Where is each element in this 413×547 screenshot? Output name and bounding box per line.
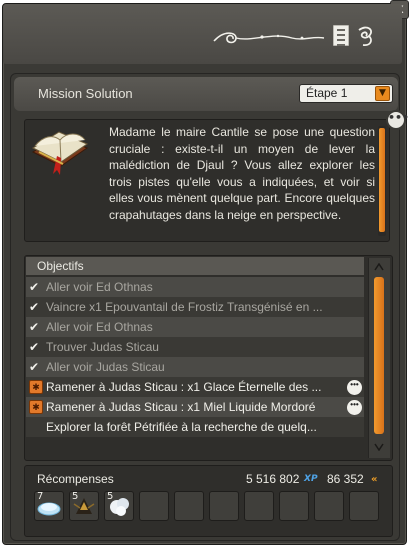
reward-slot[interactable] bbox=[244, 491, 274, 521]
objectives-label: Objectifs bbox=[37, 259, 84, 273]
kamas-value: 86 352 bbox=[327, 472, 364, 486]
book-icon bbox=[31, 131, 89, 175]
objective-row[interactable]: Explorer la forêt Pétrifiée à la recherc… bbox=[26, 417, 364, 437]
objective-row: ✔ Aller voir Judas Sticau bbox=[26, 357, 364, 377]
objective-text: Explorer la forêt Pétrifiée à la recherc… bbox=[46, 420, 317, 434]
quest-log-icon[interactable] bbox=[333, 25, 349, 46]
check-icon: ✔ bbox=[29, 360, 40, 374]
objective-row: ✔ Aller voir Ed Othnas bbox=[26, 317, 364, 337]
kamas-icon: « bbox=[371, 474, 378, 485]
quest-title: Mission Solution bbox=[38, 86, 133, 101]
objectives-scroll-thumb[interactable] bbox=[374, 277, 384, 434]
reward-slot[interactable] bbox=[349, 491, 379, 521]
step-dropdown-value: Étape 1 bbox=[306, 86, 348, 100]
step-dropdown[interactable]: Étape 1 ▼ bbox=[299, 84, 393, 103]
xp-icon: XP bbox=[304, 474, 318, 484]
check-icon: ✔ bbox=[29, 300, 40, 314]
objective-text: Trouver Judas Sticau bbox=[46, 340, 159, 354]
xp-value: 5 516 802 bbox=[246, 472, 300, 486]
reward-slot[interactable] bbox=[279, 491, 309, 521]
objective-row: ✔ Vaincre x1 Epouvantail de Frostiz Tran… bbox=[26, 297, 364, 317]
objective-row: ✔ Trouver Judas Sticau bbox=[26, 337, 364, 357]
rewards-label: Récompenses bbox=[37, 472, 114, 486]
reward-slot[interactable] bbox=[209, 491, 239, 521]
check-icon: ✔ bbox=[29, 280, 40, 294]
reward-slot[interactable]: 5 bbox=[104, 491, 134, 521]
quest-description: Madame le maire Cantile se pose une ques… bbox=[109, 125, 375, 222]
reward-slot[interactable]: 5 bbox=[69, 491, 99, 521]
ornament-icon bbox=[213, 32, 325, 44]
slot-quantity: 5 bbox=[72, 491, 79, 502]
reward-slot[interactable] bbox=[139, 491, 169, 521]
objective-row: ✔ Aller voir Ed Othnas bbox=[26, 277, 364, 297]
scroll-up-icon[interactable] bbox=[374, 263, 384, 271]
compass-icon[interactable]: ✱ bbox=[29, 380, 43, 394]
objective-text: Ramener à Judas Sticau : x1 Glace Éterne… bbox=[46, 380, 322, 394]
objective-text: Aller voir Ed Othnas bbox=[46, 280, 153, 294]
check-icon: ✔ bbox=[29, 320, 40, 334]
objective-text: Ramener à Judas Sticau : x1 Miel Liquide… bbox=[46, 400, 316, 414]
compass-icon[interactable]: ✱ bbox=[29, 400, 43, 414]
objective-row[interactable]: ✱ Ramener à Judas Sticau : x1 Miel Liqui… bbox=[26, 397, 364, 417]
reward-slot[interactable] bbox=[174, 491, 204, 521]
objective-text: Vaincre x1 Epouvantail de Frostiz Transg… bbox=[46, 300, 323, 314]
description-scroll-thumb[interactable] bbox=[379, 128, 385, 232]
slot-quantity: 7 bbox=[37, 491, 44, 502]
objective-row[interactable]: ✱ Ramener à Judas Sticau : x1 Glace Éter… bbox=[26, 377, 364, 397]
reward-slot[interactable] bbox=[314, 491, 344, 521]
scroll-down-icon[interactable] bbox=[374, 443, 384, 451]
more-options-icon[interactable]: ••• bbox=[347, 400, 362, 415]
objective-text: Aller voir Ed Othnas bbox=[46, 320, 153, 334]
reward-slot[interactable]: 7 bbox=[34, 491, 64, 521]
chevron-down-icon[interactable]: ▼ bbox=[375, 86, 390, 101]
more-options-icon[interactable]: ••• bbox=[386, 110, 409, 130]
swirl-icon bbox=[358, 26, 372, 46]
objective-text: Aller voir Judas Sticau bbox=[46, 360, 165, 374]
check-icon: ✔ bbox=[29, 340, 40, 354]
slot-quantity: 5 bbox=[107, 491, 114, 502]
more-options-icon[interactable]: ••• bbox=[347, 380, 362, 395]
